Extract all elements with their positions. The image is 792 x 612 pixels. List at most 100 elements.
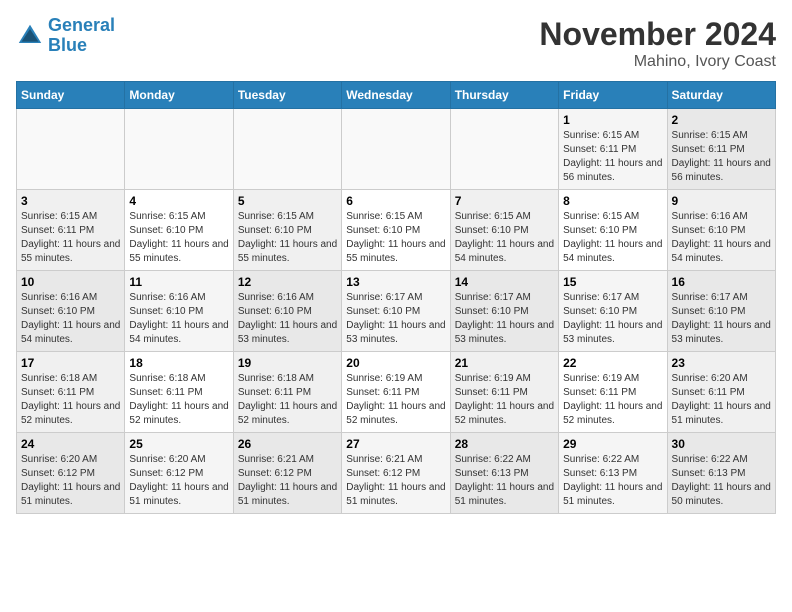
calendar-cell: 22 Sunrise: 6:19 AM Sunset: 6:11 PM Dayli… <box>559 352 667 433</box>
day-number: 23 <box>672 356 771 370</box>
calendar-cell: 17 Sunrise: 6:18 AM Sunset: 6:11 PM Dayli… <box>17 352 125 433</box>
week-row-3: 17 Sunrise: 6:18 AM Sunset: 6:11 PM Dayli… <box>17 352 776 433</box>
day-number: 30 <box>672 437 771 451</box>
day-number: 24 <box>21 437 120 451</box>
day-number: 11 <box>129 275 228 289</box>
day-info: Sunrise: 6:20 AM Sunset: 6:12 PM Dayligh… <box>129 453 228 509</box>
week-row-4: 24 Sunrise: 6:20 AM Sunset: 6:12 PM Dayli… <box>17 433 776 514</box>
calendar-cell: 20 Sunrise: 6:19 AM Sunset: 6:11 PM Dayli… <box>342 352 450 433</box>
calendar-cell: 16 Sunrise: 6:17 AM Sunset: 6:10 PM Dayli… <box>667 271 775 352</box>
day-info: Sunrise: 6:17 AM Sunset: 6:10 PM Dayligh… <box>346 291 445 347</box>
calendar-header: SundayMondayTuesdayWednesdayThursdayFrid… <box>17 82 776 109</box>
day-number: 7 <box>455 194 554 208</box>
day-number: 18 <box>129 356 228 370</box>
day-info: Sunrise: 6:15 AM Sunset: 6:10 PM Dayligh… <box>346 210 445 266</box>
calendar-cell: 18Sunrise: 6:18 AM Sunset: 6:11 PM Dayli… <box>125 352 233 433</box>
day-info: Sunrise: 6:16 AM Sunset: 6:10 PM Dayligh… <box>21 291 120 347</box>
day-info: Sunrise: 6:19 AM Sunset: 6:11 PM Dayligh… <box>455 372 554 428</box>
day-number: 22 <box>563 356 662 370</box>
day-info: Sunrise: 6:22 AM Sunset: 6:13 PM Dayligh… <box>563 453 662 509</box>
calendar-table: SundayMondayTuesdayWednesdayThursdayFrid… <box>16 81 776 514</box>
day-number: 27 <box>346 437 445 451</box>
day-number: 28 <box>455 437 554 451</box>
day-number: 1 <box>563 113 662 127</box>
day-info: Sunrise: 6:17 AM Sunset: 6:10 PM Dayligh… <box>455 291 554 347</box>
day-number: 14 <box>455 275 554 289</box>
calendar-cell <box>17 109 125 190</box>
day-number: 17 <box>21 356 120 370</box>
day-info: Sunrise: 6:21 AM Sunset: 6:12 PM Dayligh… <box>346 453 445 509</box>
calendar-cell: 1 Sunrise: 6:15 AM Sunset: 6:11 PM Daylig… <box>559 109 667 190</box>
calendar-cell: 27 Sunrise: 6:21 AM Sunset: 6:12 PM Dayli… <box>342 433 450 514</box>
calendar-cell: 8 Sunrise: 6:15 AM Sunset: 6:10 PM Daylig… <box>559 190 667 271</box>
calendar-cell: 30Sunrise: 6:22 AM Sunset: 6:13 PM Dayli… <box>667 433 775 514</box>
month-title: November 2024 <box>539 16 776 53</box>
day-number: 12 <box>238 275 337 289</box>
day-number: 19 <box>238 356 337 370</box>
header-thursday: Thursday <box>450 82 558 109</box>
title-block: November 2024 Mahino, Ivory Coast <box>539 16 776 71</box>
calendar-cell: 2 Sunrise: 6:15 AM Sunset: 6:11 PM Daylig… <box>667 109 775 190</box>
day-info: Sunrise: 6:15 AM Sunset: 6:10 PM Dayligh… <box>455 210 554 266</box>
calendar-cell: 25Sunrise: 6:20 AM Sunset: 6:12 PM Dayli… <box>125 433 233 514</box>
day-info: Sunrise: 6:15 AM Sunset: 6:11 PM Dayligh… <box>563 129 662 185</box>
day-info: Sunrise: 6:16 AM Sunset: 6:10 PM Dayligh… <box>238 291 337 347</box>
calendar-cell: 29 Sunrise: 6:22 AM Sunset: 6:13 PM Dayli… <box>559 433 667 514</box>
calendar-cell: 28 Sunrise: 6:22 AM Sunset: 6:13 PM Dayli… <box>450 433 558 514</box>
calendar-cell: 23 Sunrise: 6:20 AM Sunset: 6:11 PM Dayli… <box>667 352 775 433</box>
day-info: Sunrise: 6:21 AM Sunset: 6:12 PM Dayligh… <box>238 453 337 509</box>
day-number: 4 <box>129 194 228 208</box>
day-number: 3 <box>21 194 120 208</box>
day-info: Sunrise: 6:17 AM Sunset: 6:10 PM Dayligh… <box>672 291 771 347</box>
calendar-cell: 6 Sunrise: 6:15 AM Sunset: 6:10 PM Daylig… <box>342 190 450 271</box>
calendar-cell: 4 Sunrise: 6:15 AM Sunset: 6:10 PM Daylig… <box>125 190 233 271</box>
day-info: Sunrise: 6:20 AM Sunset: 6:11 PM Dayligh… <box>672 372 771 428</box>
day-number: 10 <box>21 275 120 289</box>
header-monday: Monday <box>125 82 233 109</box>
calendar-cell: 26 Sunrise: 6:21 AM Sunset: 6:12 PM Dayli… <box>233 433 341 514</box>
day-number: 20 <box>346 356 445 370</box>
calendar-cell: 12 Sunrise: 6:16 AM Sunset: 6:10 PM Dayli… <box>233 271 341 352</box>
header-sunday: Sunday <box>17 82 125 109</box>
header-wednesday: Wednesday <box>342 82 450 109</box>
day-info: Sunrise: 6:19 AM Sunset: 6:11 PM Dayligh… <box>563 372 662 428</box>
day-info: Sunrise: 6:18 AM Sunset: 6:11 PM Dayligh… <box>21 372 120 428</box>
day-info: Sunrise: 6:16 AM Sunset: 6:10 PM Dayligh… <box>672 210 771 266</box>
calendar-cell: 21Sunrise: 6:19 AM Sunset: 6:11 PM Dayli… <box>450 352 558 433</box>
day-number: 9 <box>672 194 771 208</box>
day-number: 26 <box>238 437 337 451</box>
logo-line2: Blue <box>48 35 87 55</box>
calendar-cell: 13 Sunrise: 6:17 AM Sunset: 6:10 PM Dayli… <box>342 271 450 352</box>
day-info: Sunrise: 6:19 AM Sunset: 6:11 PM Dayligh… <box>346 372 445 428</box>
calendar-cell: 3Sunrise: 6:15 AM Sunset: 6:11 PM Daylig… <box>17 190 125 271</box>
header-saturday: Saturday <box>667 82 775 109</box>
day-info: Sunrise: 6:15 AM Sunset: 6:10 PM Dayligh… <box>129 210 228 266</box>
day-number: 6 <box>346 194 445 208</box>
calendar-cell: 24Sunrise: 6:20 AM Sunset: 6:12 PM Dayli… <box>17 433 125 514</box>
calendar-cell <box>125 109 233 190</box>
day-number: 13 <box>346 275 445 289</box>
day-number: 2 <box>672 113 771 127</box>
week-row-0: 1 Sunrise: 6:15 AM Sunset: 6:11 PM Daylig… <box>17 109 776 190</box>
day-info: Sunrise: 6:22 AM Sunset: 6:13 PM Dayligh… <box>455 453 554 509</box>
day-number: 8 <box>563 194 662 208</box>
location-subtitle: Mahino, Ivory Coast <box>539 53 776 71</box>
day-info: Sunrise: 6:15 AM Sunset: 6:11 PM Dayligh… <box>672 129 771 185</box>
calendar-cell <box>342 109 450 190</box>
calendar-cell: 11 Sunrise: 6:16 AM Sunset: 6:10 PM Dayli… <box>125 271 233 352</box>
day-number: 5 <box>238 194 337 208</box>
logo-icon <box>16 22 44 50</box>
calendar-cell <box>233 109 341 190</box>
calendar-body: 1 Sunrise: 6:15 AM Sunset: 6:11 PM Daylig… <box>17 109 776 514</box>
day-number: 15 <box>563 275 662 289</box>
day-number: 16 <box>672 275 771 289</box>
logo: General Blue <box>16 16 115 56</box>
week-row-1: 3Sunrise: 6:15 AM Sunset: 6:11 PM Daylig… <box>17 190 776 271</box>
logo-line1: General <box>48 15 115 35</box>
week-row-2: 10 Sunrise: 6:16 AM Sunset: 6:10 PM Dayli… <box>17 271 776 352</box>
calendar-cell: 9 Sunrise: 6:16 AM Sunset: 6:10 PM Daylig… <box>667 190 775 271</box>
header-tuesday: Tuesday <box>233 82 341 109</box>
day-info: Sunrise: 6:15 AM Sunset: 6:10 PM Dayligh… <box>563 210 662 266</box>
day-info: Sunrise: 6:16 AM Sunset: 6:10 PM Dayligh… <box>129 291 228 347</box>
day-number: 29 <box>563 437 662 451</box>
